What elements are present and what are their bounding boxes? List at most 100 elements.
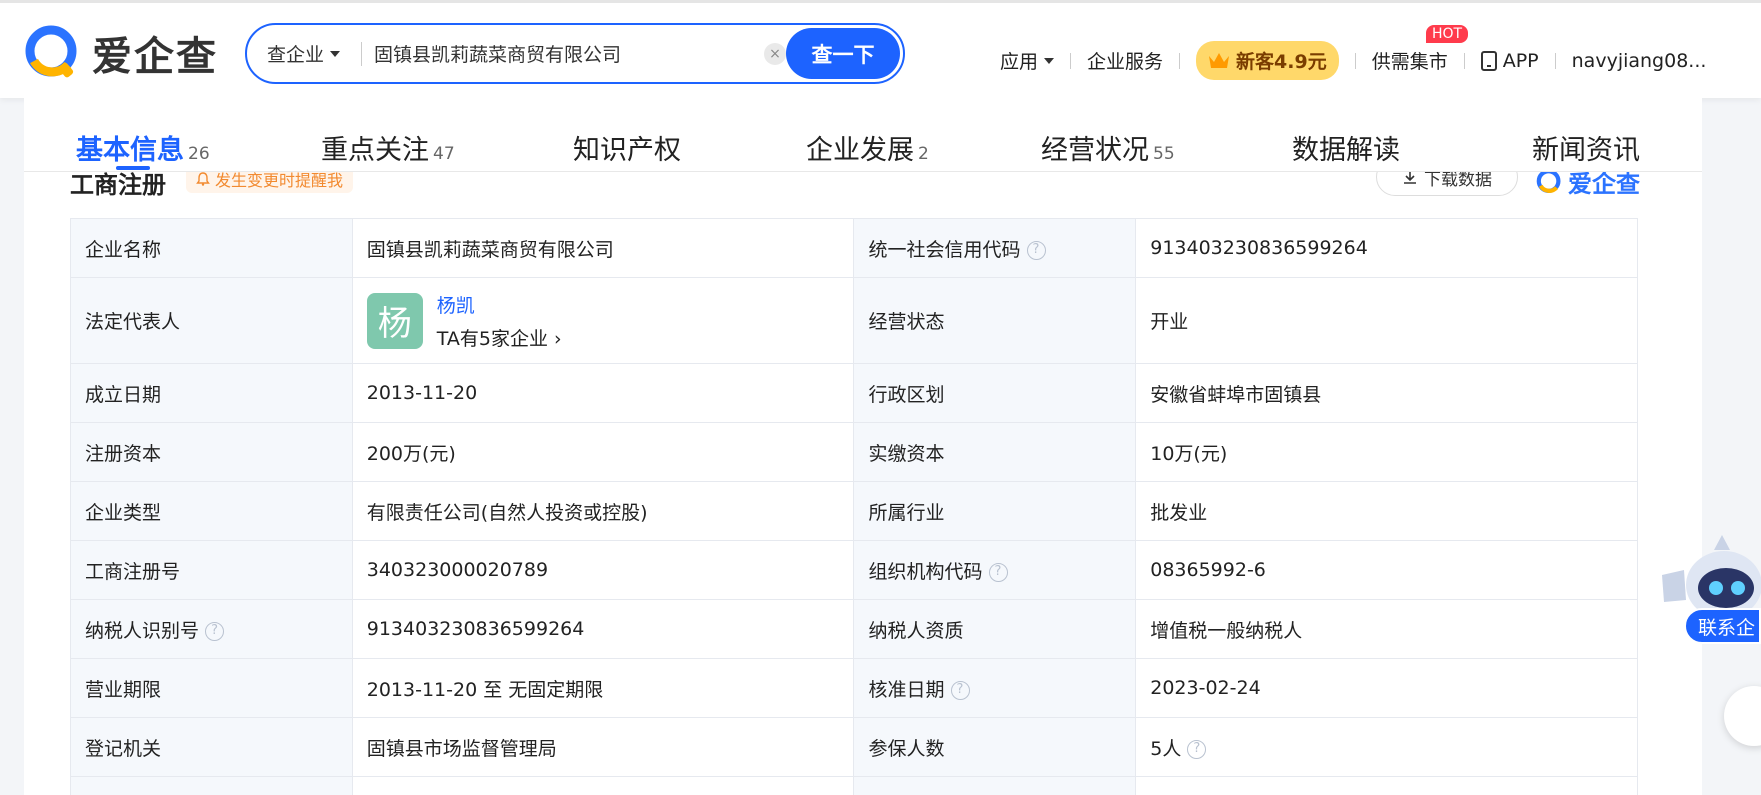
field-key-label: 统一社会信用代码 xyxy=(868,238,1021,261)
nav-apps-label: 应用 xyxy=(1000,51,1039,73)
business-registration-table: 企业名称 固镇县凯莉蔬菜商贸有限公司 统一社会信用代码? 91340323083… xyxy=(70,218,1638,795)
field-value: 增值税一般纳税人 xyxy=(1135,599,1638,659)
tab-label: 基本信息 xyxy=(76,135,184,166)
field-key: 登记机关 xyxy=(70,717,353,777)
logo[interactable]: 爱企查 xyxy=(24,23,218,83)
field-key: 注册资本 xyxy=(70,422,353,482)
search-type-select[interactable]: 查企业 xyxy=(247,40,355,67)
logo-text: 爱企查 xyxy=(92,34,218,80)
field-value: 913403230836599264 xyxy=(1135,218,1638,278)
phone-icon xyxy=(1480,50,1497,71)
field-value xyxy=(1135,776,1638,795)
table-row: 企业类型 有限责任公司(自然人投资或控股) 所属行业 批发业 xyxy=(70,481,1638,541)
person-companies-link[interactable]: TA有5家企业 › xyxy=(437,324,562,351)
nav-apps[interactable]: 应用 xyxy=(1000,47,1055,74)
field-key: 实缴资本 xyxy=(853,422,1137,482)
field-key: 参保人数 xyxy=(853,717,1137,777)
nav-enterprise-service[interactable]: 企业服务 xyxy=(1087,47,1163,74)
field-key: 核准日期? xyxy=(853,658,1137,718)
field-value: 安徽省蚌埠市固镇县 xyxy=(1135,363,1638,423)
table-row: 工商注册号 340323000020789 组织机构代码? 08365992-6 xyxy=(70,540,1638,600)
table-row: 企业名称 固镇县凯莉蔬菜商贸有限公司 统一社会信用代码? 91340323083… xyxy=(70,218,1638,278)
person-companies-label: TA有5家企业 xyxy=(436,327,548,350)
contact-button[interactable]: 联系企 xyxy=(1684,608,1761,644)
field-value: 批发业 xyxy=(1135,481,1638,541)
tab-bar: 基本信息 26 重点关注 47 知识产权 企业发展 2 经营状况 55 数据解读 新闻资… xyxy=(24,98,1702,172)
clear-icon[interactable]: × xyxy=(764,42,786,65)
nav-app-label: APP xyxy=(1502,49,1539,72)
nav-market[interactable]: 供需集市 xyxy=(1372,47,1448,74)
field-key: 组织机构代码? xyxy=(853,540,1137,600)
tab-label: 新闻资讯 xyxy=(1532,135,1640,166)
field-value: 2013-11-20 至 无固定期限 xyxy=(351,658,855,718)
help-icon[interactable]: ? xyxy=(1026,240,1046,260)
field-key xyxy=(70,776,353,795)
top-nav: 应用 企业服务 新客4.9元 供需集市 HOT APP navyjiang08.… xyxy=(1000,25,1707,80)
tab-count: 47 xyxy=(433,144,455,164)
field-value: 固镇县市场监督管理局 xyxy=(351,717,855,777)
table-row: 注册资本 200万(元) 实缴资本 10万(元) xyxy=(70,422,1638,482)
field-key-label: 纳税人识别号 xyxy=(85,619,200,642)
field-value xyxy=(351,776,855,795)
tab-operations[interactable]: 经营状况 55 xyxy=(1041,128,1175,167)
field-value: 10万(元) xyxy=(1135,422,1638,482)
help-icon[interactable]: ? xyxy=(205,621,225,641)
divider xyxy=(1554,52,1556,69)
tab-development[interactable]: 企业发展 2 xyxy=(806,128,929,167)
company-panel: 基本信息 26 重点关注 47 知识产权 企业发展 2 经营状况 55 数据解读 新闻资… xyxy=(24,98,1702,795)
field-key: 纳税人识别号? xyxy=(70,599,353,659)
table-row: 纳税人识别号? 913403230836599264 纳税人资质 增值税一般纳税… xyxy=(70,599,1638,659)
field-key: 行政区划 xyxy=(853,363,1137,423)
table-row: 法定代表人 杨 杨凯 TA有5家企业 › 经营状态 开业 xyxy=(70,277,1638,364)
field-key: 企业名称 xyxy=(70,218,353,278)
table-row: 登记机关 固镇县市场监督管理局 参保人数 5人? xyxy=(70,717,1638,777)
search-type-label: 查企业 xyxy=(267,44,325,66)
promo-badge[interactable]: 新客4.9元 xyxy=(1196,41,1339,80)
field-key: 统一社会信用代码? xyxy=(853,218,1137,278)
field-value: 200万(元) xyxy=(351,422,855,482)
field-key: 纳税人资质 xyxy=(853,599,1137,659)
help-icon[interactable]: ? xyxy=(988,562,1008,582)
search-box: 查企业 × 查一下 xyxy=(245,23,905,84)
divider xyxy=(361,41,362,66)
field-key: 所属行业 xyxy=(853,481,1137,541)
chevron-down-icon xyxy=(1044,57,1055,64)
chevron-down-icon xyxy=(330,50,341,57)
field-key: 企业类型 xyxy=(70,481,353,541)
person-link[interactable]: 杨凯 xyxy=(437,291,562,318)
search-input[interactable] xyxy=(374,42,754,65)
tab-count: 2 xyxy=(918,144,929,164)
avatar: 杨 xyxy=(366,292,423,349)
tab-label: 企业发展 xyxy=(806,135,914,166)
table-row xyxy=(70,776,1638,795)
active-tab-indicator xyxy=(116,166,150,170)
field-key: 法定代表人 xyxy=(70,277,353,364)
help-icon[interactable]: ? xyxy=(1187,739,1207,759)
divider xyxy=(1354,52,1356,69)
tab-key-focus[interactable]: 重点关注 47 xyxy=(321,128,455,167)
field-value: 2013-11-20 xyxy=(351,363,855,423)
field-value: 固镇县凯莉蔬菜商贸有限公司 xyxy=(351,218,855,278)
table-row: 营业期限 2013-11-20 至 无固定期限 核准日期? 2023-02-24 xyxy=(70,658,1638,718)
hot-badge: HOT xyxy=(1426,25,1469,43)
field-value: 有限责任公司(自然人投资或控股) xyxy=(351,481,855,541)
tab-label: 知识产权 xyxy=(573,135,681,166)
chevron-right-icon: › xyxy=(554,327,562,350)
divider xyxy=(1463,52,1465,69)
promo-label: 新客4.9元 xyxy=(1236,51,1327,73)
divider xyxy=(1070,52,1072,69)
tab-basic-info[interactable]: 基本信息 26 xyxy=(76,128,210,167)
help-icon[interactable]: ? xyxy=(950,680,970,700)
field-value: 5人? xyxy=(1135,717,1638,777)
field-key: 营业期限 xyxy=(70,658,353,718)
nav-app[interactable]: APP xyxy=(1480,49,1539,72)
tab-data-analysis[interactable]: 数据解读 xyxy=(1292,128,1400,167)
tab-news[interactable]: 新闻资讯 xyxy=(1532,128,1640,167)
field-key: 经营状态 xyxy=(853,277,1137,364)
tab-ip[interactable]: 知识产权 xyxy=(573,128,681,167)
back-to-top-button[interactable] xyxy=(1724,686,1761,746)
field-key: 工商注册号 xyxy=(70,540,353,600)
field-value: 08365992-6 xyxy=(1135,540,1638,600)
user-menu[interactable]: navyjiang08... xyxy=(1572,50,1707,72)
search-button[interactable]: 查一下 xyxy=(786,28,900,79)
